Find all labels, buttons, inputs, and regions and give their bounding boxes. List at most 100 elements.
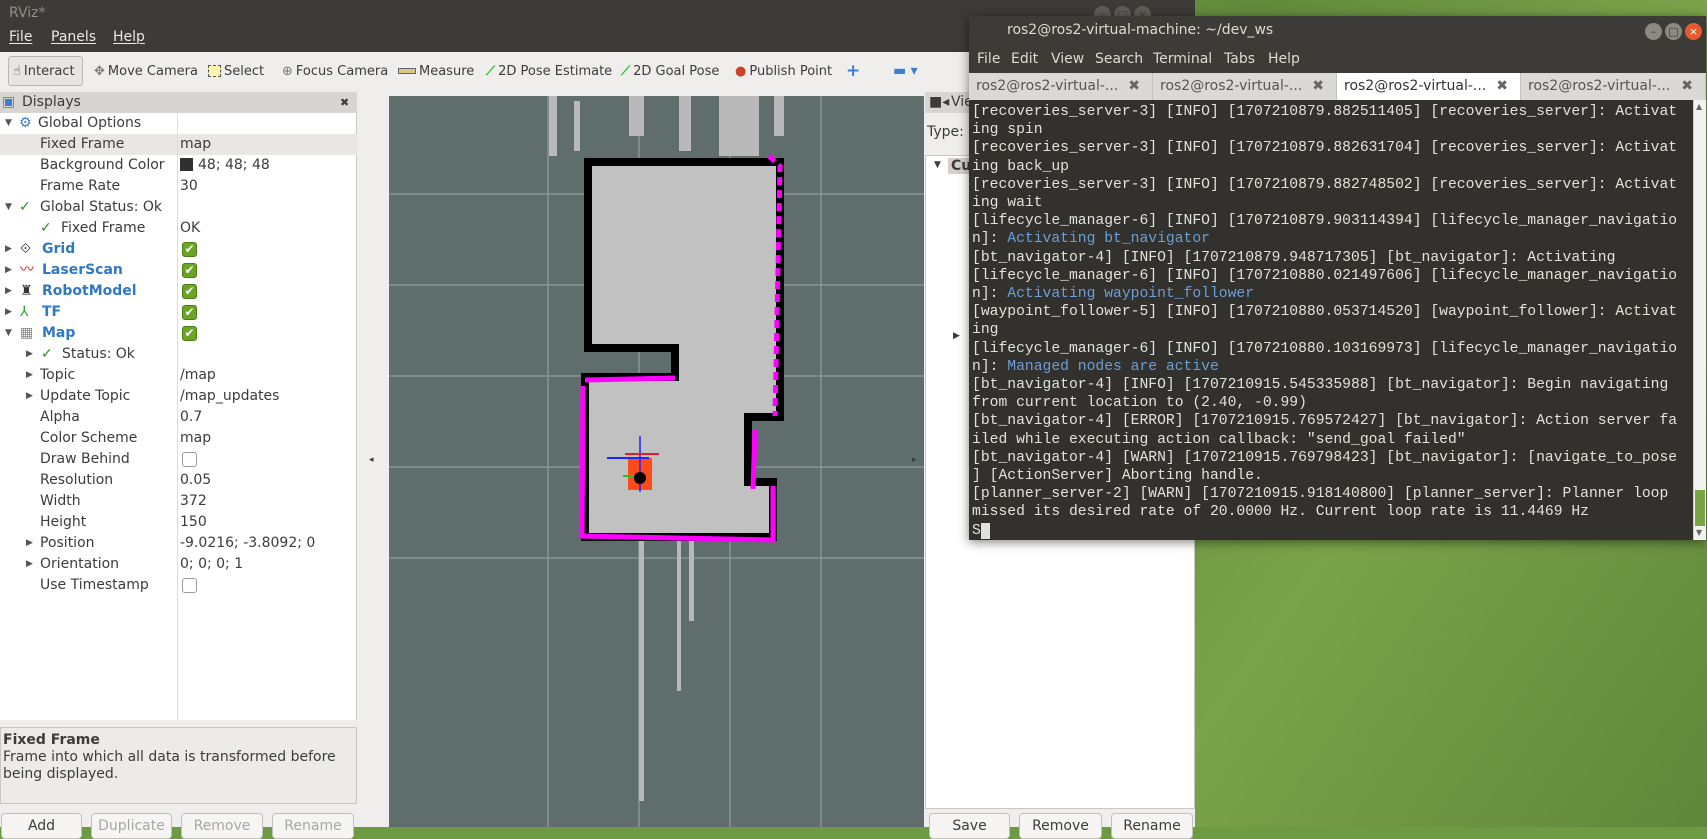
menu-edit[interactable]: Edit bbox=[1011, 51, 1038, 67]
menu-help[interactable]: Help bbox=[1268, 51, 1300, 67]
add-tool-button[interactable]: + bbox=[846, 60, 860, 82]
close-tab-icon[interactable]: ✖ bbox=[1128, 73, 1140, 100]
checkbox[interactable] bbox=[182, 578, 197, 593]
tree-row[interactable]: ▶ ⟐ Grid ✔ bbox=[0, 239, 357, 260]
tree-row[interactable]: Draw Behind bbox=[0, 449, 357, 470]
tree-row[interactable]: ▶ Orientation 0; 0; 0; 1 bbox=[0, 554, 357, 575]
scroll-down-icon[interactable]: ▼ bbox=[1696, 528, 1702, 537]
save-view-button[interactable]: Save bbox=[929, 813, 1010, 839]
expand-arrow-icon[interactable]: ▶ bbox=[5, 281, 12, 302]
terminal-tab[interactable]: ros2@ros2-virtual-... ✖ bbox=[969, 73, 1153, 100]
terminal-scrollbar[interactable]: ▲ ▼ bbox=[1693, 100, 1706, 540]
expand-arrow-icon[interactable]: ▶ bbox=[5, 302, 12, 323]
property-value[interactable]: 0.05 bbox=[180, 470, 211, 491]
scrollbar-thumb[interactable] bbox=[1695, 490, 1705, 526]
tree-row[interactable]: Width 372 bbox=[0, 491, 357, 512]
rename-button[interactable]: Rename bbox=[272, 813, 354, 839]
expand-arrow-icon[interactable]: ▶ bbox=[5, 239, 12, 260]
minimize-button[interactable]: – bbox=[1645, 23, 1662, 40]
3d-view[interactable] bbox=[389, 96, 924, 827]
property-value[interactable]: 30 bbox=[180, 176, 198, 197]
expand-arrow-icon[interactable]: ▼ bbox=[5, 323, 12, 344]
expand-arrow-icon[interactable]: ▶ bbox=[26, 554, 33, 575]
prompt-line[interactable]: S bbox=[972, 522, 1693, 540]
property-value[interactable]: 150 bbox=[180, 512, 207, 533]
publish-point-tool[interactable]: ● Publish Point bbox=[735, 60, 832, 82]
expand-arrow-icon[interactable]: ▶ bbox=[26, 365, 33, 386]
collapse-right-icon[interactable]: ▸ bbox=[912, 455, 917, 465]
menu-file[interactable]: File bbox=[977, 51, 1000, 67]
close-button[interactable]: × bbox=[1685, 23, 1702, 40]
menu-tabs[interactable]: Tabs bbox=[1224, 51, 1255, 67]
2d-goal-pose-tool[interactable]: ⟋ 2D Goal Pose bbox=[621, 60, 719, 82]
terminal-tab[interactable]: ros2@ros2-virtual-... ✖ bbox=[1153, 73, 1337, 100]
tree-row[interactable]: Frame Rate 30 bbox=[0, 176, 357, 197]
select-tool[interactable]: Select bbox=[208, 60, 264, 82]
close-tab-icon[interactable]: ✖ bbox=[1496, 73, 1508, 100]
property-value[interactable]: /map_updates bbox=[180, 386, 279, 407]
property-value[interactable]: map bbox=[180, 428, 211, 449]
expand-arrow-icon[interactable]: ▶ bbox=[26, 533, 33, 554]
collapse-left-icon[interactable]: ◂ bbox=[369, 455, 374, 465]
property-value[interactable]: map bbox=[180, 134, 211, 155]
close-tab-icon[interactable]: ✖ bbox=[1312, 73, 1324, 100]
close-tab-icon[interactable]: ✖ bbox=[1681, 73, 1693, 100]
duplicate-button[interactable]: Duplicate bbox=[91, 813, 172, 839]
terminal-tab[interactable]: ros2@ros2-virtual-... ✖ bbox=[1521, 73, 1706, 100]
property-value[interactable]: 48; 48; 48 bbox=[180, 155, 270, 176]
tree-row[interactable]: ▶ Position -9.0216; -3.8092; 0 bbox=[0, 533, 357, 554]
tree-row[interactable]: ▶ ♜ RobotModel ✔ bbox=[0, 281, 357, 302]
remove-tool-button[interactable]: ▬ ▾ bbox=[893, 60, 918, 82]
add-button[interactable]: Add bbox=[1, 813, 82, 839]
measure-tool[interactable]: Measure bbox=[398, 60, 474, 82]
tree-row[interactable]: ✓ Fixed Frame OK bbox=[0, 218, 357, 239]
expand-arrow-icon[interactable]: ▼ bbox=[5, 113, 12, 134]
remove-view-button[interactable]: Remove bbox=[1019, 813, 1102, 839]
remove-button[interactable]: Remove bbox=[181, 813, 263, 839]
property-value[interactable]: OK bbox=[180, 218, 200, 239]
checkbox[interactable]: ✔ bbox=[182, 326, 197, 341]
tree-row[interactable]: ▼ ⚙ Global Options bbox=[0, 113, 357, 134]
terminal-output[interactable]: [recoveries_server-3] [INFO] [1707210879… bbox=[969, 100, 1693, 540]
tree-row[interactable]: ▶ ✓ Status: Ok bbox=[0, 344, 357, 365]
tree-row[interactable]: ▶ Topic/map bbox=[0, 365, 357, 386]
tree-row[interactable]: ▼ ✓ Global Status: Ok bbox=[0, 197, 357, 218]
menu-view[interactable]: View bbox=[1051, 51, 1084, 67]
tree-row[interactable]: Color Scheme map bbox=[0, 428, 357, 449]
move-camera-tool[interactable]: ✥ Move Camera bbox=[94, 60, 198, 82]
expand-arrow-icon[interactable]: ▶ bbox=[26, 386, 33, 407]
expand-arrow-icon[interactable]: ▶ bbox=[5, 260, 12, 281]
checkbox[interactable] bbox=[182, 452, 197, 467]
property-value[interactable]: 372 bbox=[180, 491, 207, 512]
focus-camera-tool[interactable]: ⊕ Focus Camera bbox=[282, 60, 388, 82]
tree-row[interactable]: ▼ ▦ Map ✔ bbox=[0, 323, 357, 344]
menu-help[interactable]: Help bbox=[113, 29, 145, 45]
tree-row[interactable]: Alpha 0.7 bbox=[0, 407, 357, 428]
expand-arrow-icon[interactable]: ▼ bbox=[934, 160, 941, 170]
expand-arrow-icon[interactable]: ▶ bbox=[953, 331, 960, 341]
tree-row[interactable]: Background Color 48; 48; 48 bbox=[0, 155, 357, 176]
tree-row[interactable]: Use Timestamp bbox=[0, 575, 357, 596]
property-value[interactable]: 0.7 bbox=[180, 407, 202, 428]
rename-view-button[interactable]: Rename bbox=[1111, 813, 1193, 839]
menu-terminal[interactable]: Terminal bbox=[1153, 51, 1212, 67]
checkbox[interactable]: ✔ bbox=[182, 305, 197, 320]
menu-search[interactable]: Search bbox=[1095, 51, 1143, 67]
close-panel-icon[interactable]: ✖ bbox=[340, 92, 349, 113]
tree-row[interactable]: ▶ 〰 LaserScan ✔ bbox=[0, 260, 357, 281]
tree-row[interactable]: ▶ Update Topic/map_updates bbox=[0, 386, 357, 407]
tree-row[interactable]: Fixed Frame map bbox=[0, 134, 357, 155]
maximize-button[interactable]: □ bbox=[1665, 23, 1682, 40]
expand-arrow-icon[interactable]: ▶ bbox=[26, 344, 33, 365]
tree-row[interactable]: Height 150 bbox=[0, 512, 357, 533]
checkbox[interactable]: ✔ bbox=[182, 284, 197, 299]
menu-file[interactable]: File bbox=[9, 29, 32, 45]
expand-arrow-icon[interactable]: ▼ bbox=[5, 197, 12, 218]
2d-pose-estimate-tool[interactable]: ⟋ 2D Pose Estimate bbox=[486, 60, 612, 82]
interact-tool[interactable]: ☝ Interact bbox=[8, 56, 83, 86]
property-value[interactable]: /map bbox=[180, 365, 216, 386]
property-value[interactable]: 0; 0; 0; 1 bbox=[180, 554, 243, 575]
checkbox[interactable]: ✔ bbox=[182, 242, 197, 257]
scroll-up-icon[interactable]: ▲ bbox=[1696, 102, 1702, 111]
tree-row[interactable]: ▶ ⅄ TF ✔ bbox=[0, 302, 357, 323]
